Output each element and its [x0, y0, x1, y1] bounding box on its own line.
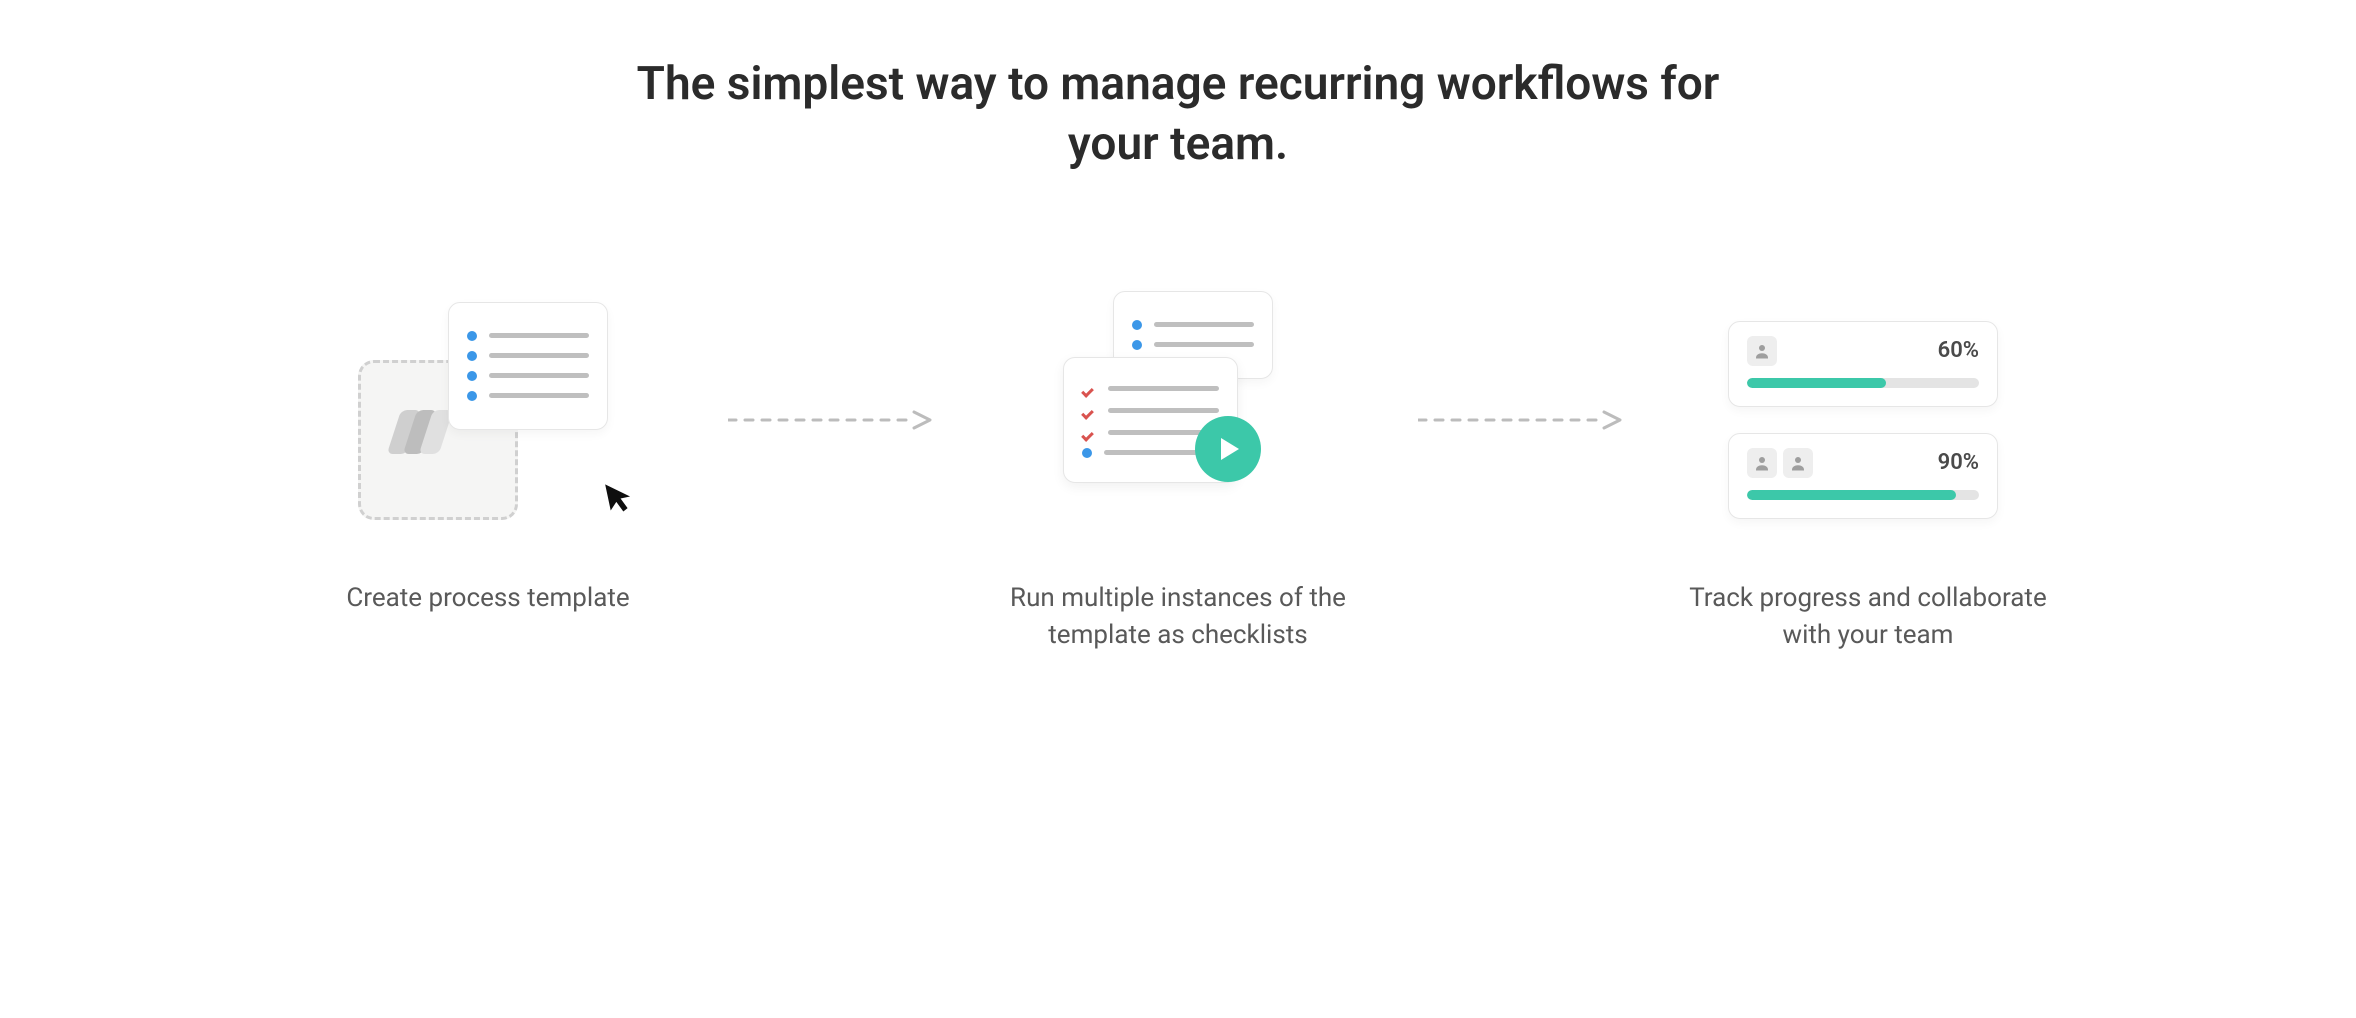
progress-bar: [1747, 490, 1979, 500]
progress-card: 90%: [1728, 433, 1998, 519]
progress-percent: 60%: [1938, 338, 1979, 363]
step-caption: Create process template: [346, 580, 629, 618]
progress-bar-fill: [1747, 378, 1886, 388]
play-icon: [1195, 416, 1261, 482]
illustration-run-checklists: [1063, 305, 1293, 535]
template-card-icon: [448, 302, 608, 430]
bullet-icon: [467, 391, 477, 401]
steps-row: Create process template: [0, 305, 2356, 655]
check-icon: [1082, 382, 1096, 396]
bullet-icon: [1132, 320, 1142, 330]
user-icon: [1747, 448, 1777, 478]
bullet-icon: [467, 351, 477, 361]
user-icon: [1783, 448, 1813, 478]
cursor-icon: [602, 476, 640, 524]
check-icon: [1082, 404, 1096, 418]
content-swatches-icon: [398, 410, 446, 454]
step-run-checklists: Run multiple instances of the template a…: [963, 305, 1393, 655]
user-icon: [1747, 336, 1777, 366]
progress-percent: 90%: [1938, 450, 1979, 475]
headline: The simplest way to manage recurring wor…: [628, 55, 1728, 175]
check-icon: [1082, 426, 1096, 440]
step-caption: Track progress and collaborate with your…: [1688, 580, 2048, 655]
progress-card: 60%: [1728, 321, 1998, 407]
bullet-icon: [1132, 340, 1142, 350]
progress-bar-fill: [1747, 490, 1956, 500]
flow-arrow-icon: [1393, 305, 1653, 535]
step-caption: Run multiple instances of the template a…: [998, 580, 1358, 655]
step-track-progress: 60%: [1653, 305, 2083, 655]
progress-bar: [1747, 378, 1979, 388]
illustration-track-progress: 60%: [1728, 305, 2008, 535]
feature-diagram: The simplest way to manage recurring wor…: [0, 0, 2356, 655]
bullet-icon: [467, 331, 477, 341]
flow-arrow-icon: [703, 305, 963, 535]
checklist-card-front-icon: [1063, 357, 1238, 483]
bullet-icon: [1082, 448, 1092, 458]
bullet-icon: [467, 371, 477, 381]
illustration-create-template: [358, 305, 618, 535]
step-create-template: Create process template: [273, 305, 703, 618]
